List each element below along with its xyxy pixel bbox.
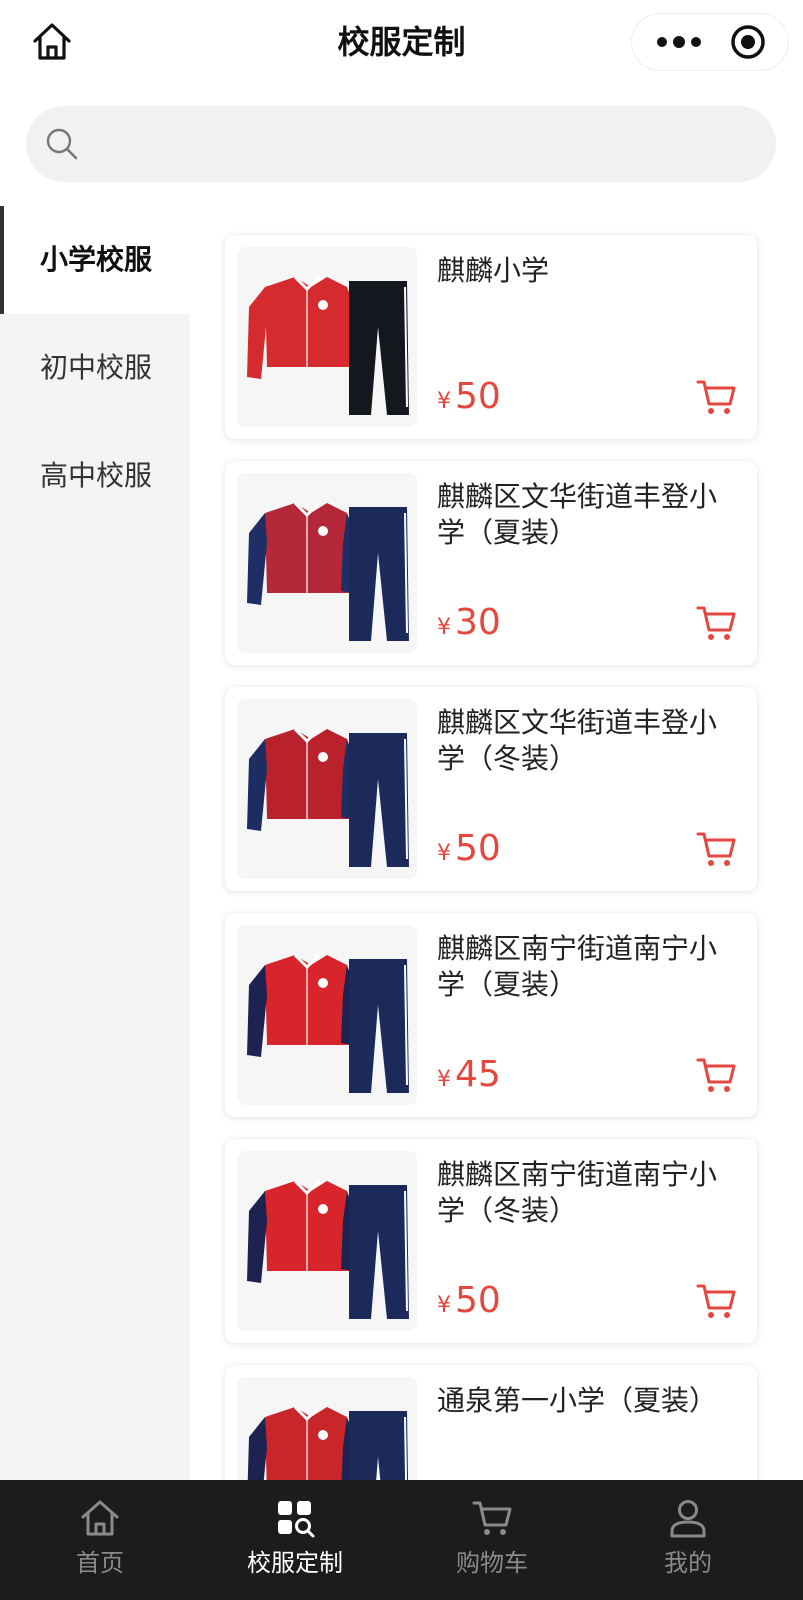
mini-program-capsule <box>632 14 788 70</box>
search-area <box>0 88 803 206</box>
product-price: ¥45 <box>437 1054 501 1095</box>
category-high-school[interactable]: 高中校服 <box>0 422 190 530</box>
cart-icon <box>470 1496 514 1540</box>
product-price: ¥30 <box>437 602 501 643</box>
product-card[interactable]: 麒麟区南宁街道南宁小学（冬装） ¥50 <box>225 1139 757 1343</box>
search-icon <box>44 126 80 162</box>
product-image <box>237 247 417 427</box>
product-card[interactable]: 麒麟区文华街道丰登小学（冬装） ¥50 <box>225 687 757 891</box>
home-icon <box>78 1496 122 1540</box>
bottom-tab-bar: 首页 校服定制 购物车 我的 <box>0 1480 803 1600</box>
tab-label: 购物车 <box>456 1549 528 1577</box>
add-to-cart-icon[interactable] <box>695 1053 739 1097</box>
product-image <box>237 699 417 879</box>
grid-search-icon <box>273 1496 317 1540</box>
category-sidebar: 小学校服 初中校服 高中校服 <box>0 206 190 1480</box>
add-to-cart-icon[interactable] <box>695 375 739 419</box>
tab-home[interactable]: 首页 <box>0 1480 200 1600</box>
product-image <box>237 1377 417 1480</box>
product-price: ¥50 <box>437 376 501 417</box>
tab-cart[interactable]: 购物车 <box>392 1480 592 1600</box>
add-to-cart-icon[interactable] <box>695 1279 739 1323</box>
top-bar: 校服定制 <box>0 0 803 88</box>
tab-mine[interactable]: 我的 <box>588 1480 788 1600</box>
product-name: 麒麟区南宁街道南宁小学（夏装） <box>437 932 718 1001</box>
tab-label: 我的 <box>664 1549 712 1577</box>
category-label: 小学校服 <box>40 243 153 276</box>
category-middle-school[interactable]: 初中校服 <box>0 314 190 422</box>
product-list: 麒麟小学 ¥50 麒麟区文华街道丰登小学（夏装） ¥30 麒麟区文华街道丰登小学… <box>190 206 803 1480</box>
product-card[interactable]: 麒麟区文华街道丰登小学（夏装） ¥30 <box>225 461 757 665</box>
tab-uniform-custom[interactable]: 校服定制 <box>195 1480 395 1600</box>
tab-label: 校服定制 <box>247 1549 343 1577</box>
search-input[interactable] <box>96 106 760 184</box>
add-to-cart-icon[interactable] <box>695 827 739 871</box>
product-card[interactable]: 通泉第一小学（夏装） ¥ <box>225 1365 757 1480</box>
product-image <box>237 925 417 1105</box>
user-icon <box>666 1496 710 1540</box>
product-price: ¥50 <box>437 1280 501 1321</box>
product-name: 麒麟区文华街道丰登小学（冬装） <box>437 706 718 775</box>
product-card[interactable]: 麒麟小学 ¥50 <box>225 235 757 439</box>
category-label: 高中校服 <box>40 459 153 492</box>
more-dots-icon[interactable] <box>652 30 706 54</box>
tab-label: 首页 <box>76 1549 124 1577</box>
product-name: 麒麟区文华街道丰登小学（夏装） <box>437 480 718 549</box>
product-image <box>237 473 417 653</box>
search-bar[interactable] <box>26 106 776 184</box>
product-name: 通泉第一小学（夏装） <box>437 1384 718 1417</box>
product-name: 麒麟区南宁街道南宁小学（冬装） <box>437 1158 718 1227</box>
product-name: 麒麟小学 <box>437 254 550 287</box>
add-to-cart-icon[interactable] <box>695 601 739 645</box>
target-icon[interactable] <box>730 24 766 60</box>
product-card[interactable]: 麒麟区南宁街道南宁小学（夏装） ¥45 <box>225 913 757 1117</box>
product-image <box>237 1151 417 1331</box>
category-label: 初中校服 <box>40 351 153 384</box>
product-price: ¥50 <box>437 828 501 869</box>
category-primary-school[interactable]: 小学校服 <box>0 206 190 314</box>
